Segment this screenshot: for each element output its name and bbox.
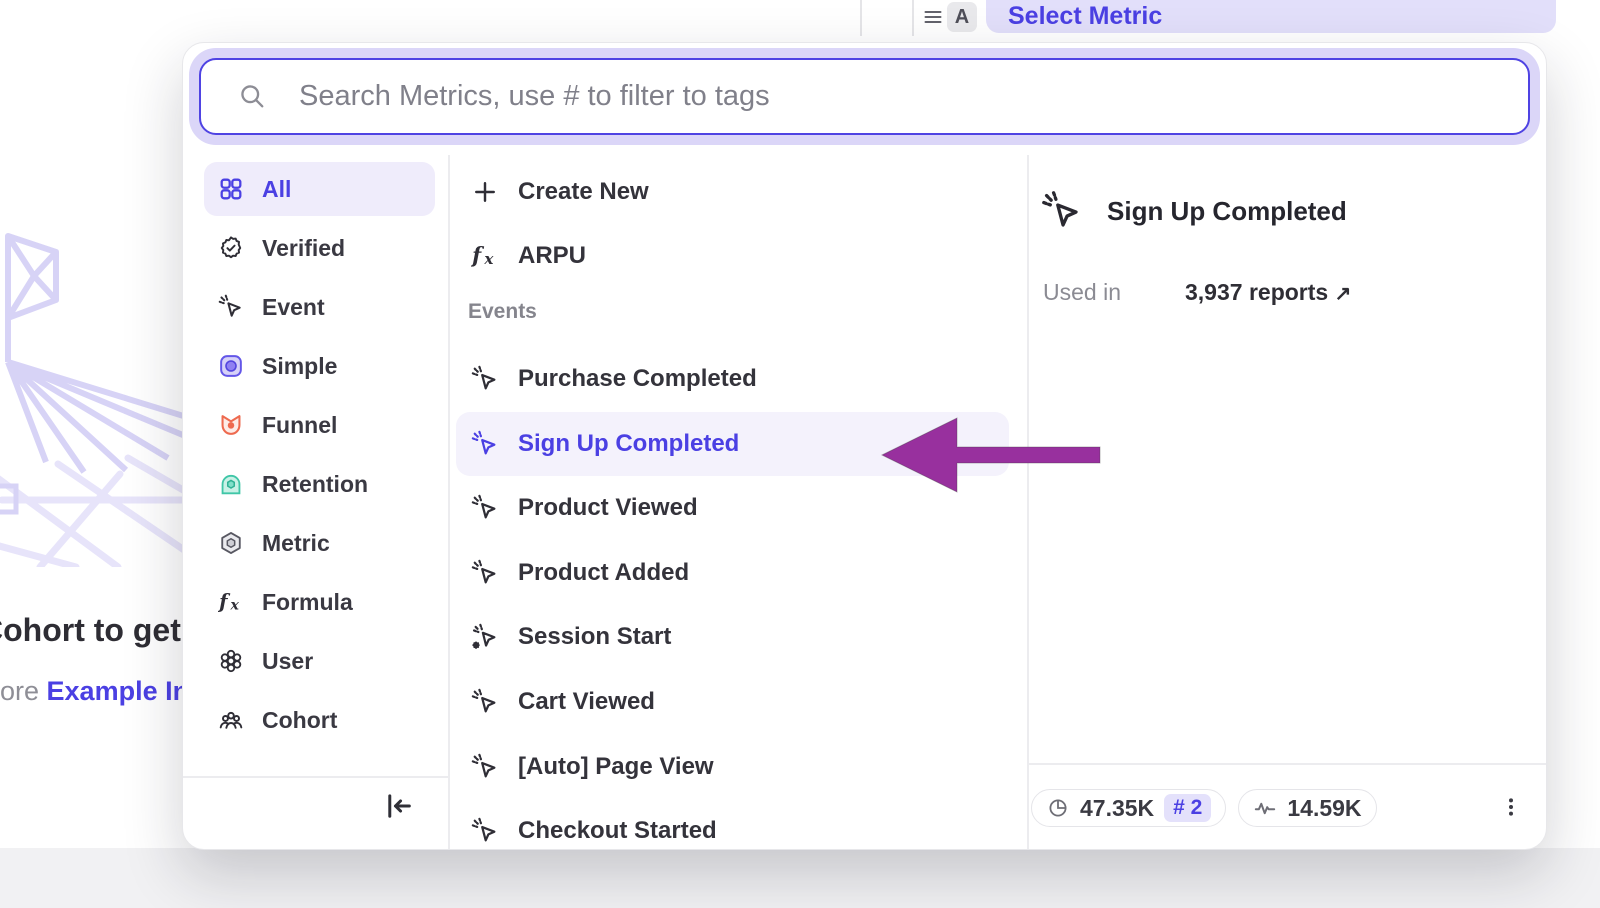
rank-chip: # 2 bbox=[1164, 794, 1211, 822]
sidebar-item-retention[interactable]: Retention bbox=[204, 457, 435, 511]
topbar-divider bbox=[912, 0, 914, 36]
sidebar-item-verified[interactable]: Verified bbox=[204, 221, 435, 275]
sidebar-item-cohort[interactable]: Cohort bbox=[204, 693, 435, 747]
metric-row-cart-viewed[interactable]: Cart Viewed bbox=[456, 670, 1009, 734]
formula-icon: ƒx bbox=[471, 242, 499, 270]
usage-badge-pulse[interactable]: 14.59K bbox=[1238, 789, 1376, 827]
metric-row-checkout-started[interactable]: Checkout Started bbox=[456, 799, 1009, 850]
metric-row-label: [Auto] Page View bbox=[518, 753, 714, 781]
kebab-menu-icon bbox=[1499, 795, 1523, 819]
reports-count-link[interactable]: 3,937 reports ↗ bbox=[1185, 279, 1351, 306]
svg-text:ƒ: ƒ bbox=[218, 590, 231, 613]
decorative-wireframe-illustration bbox=[0, 222, 190, 567]
select-metric-button[interactable]: Select Metric bbox=[986, 0, 1556, 33]
background-subline: ore Example Ins bbox=[0, 676, 204, 707]
metric-row-sign-up-completed[interactable]: Sign Up Completed bbox=[456, 412, 1009, 476]
event-icon bbox=[471, 430, 499, 458]
event-icon bbox=[218, 294, 244, 320]
retention-icon bbox=[218, 471, 244, 497]
sidebar-item-all[interactable]: All bbox=[204, 162, 435, 216]
create-new-button[interactable]: Create New bbox=[456, 160, 1009, 224]
event-icon bbox=[471, 817, 499, 845]
sidebar-item-formula[interactable]: ƒx Formula bbox=[204, 575, 435, 629]
sidebar-item-label: User bbox=[262, 648, 313, 675]
svg-text:ƒ: ƒ bbox=[471, 242, 485, 267]
event-icon bbox=[471, 365, 499, 393]
drag-handle-icon[interactable] bbox=[921, 5, 945, 29]
sidebar-divider bbox=[448, 155, 450, 849]
sidebar-item-metric[interactable]: Metric bbox=[204, 516, 435, 570]
sidebar-item-label: Metric bbox=[262, 530, 330, 557]
usage-badge-pie[interactable]: 47.35K# 2 bbox=[1031, 789, 1226, 827]
metric-row-label: Cart Viewed bbox=[518, 688, 655, 716]
metric-row-label: Sign Up Completed bbox=[518, 430, 739, 458]
pie-icon bbox=[1046, 796, 1070, 820]
formula-icon: ƒx bbox=[218, 589, 244, 615]
sidebar-item-label: Event bbox=[262, 294, 325, 321]
sidebar-item-label: Funnel bbox=[262, 412, 337, 439]
example-insights-link[interactable]: Example Ins bbox=[47, 676, 205, 706]
metric-picker-modal: All Verified Event Simple Funnel Retention Met… bbox=[182, 42, 1547, 850]
sidebar-item-event[interactable]: Event bbox=[204, 280, 435, 334]
search-box bbox=[199, 58, 1530, 135]
page-bottom-background bbox=[0, 848, 1600, 908]
metric-row-label: ARPU bbox=[518, 242, 586, 270]
events-section-header: Events bbox=[468, 295, 537, 329]
details-divider bbox=[1027, 155, 1029, 849]
metric-row-letter-badge: A bbox=[947, 2, 977, 32]
user-icon bbox=[218, 648, 244, 674]
collapse-sidebar-button[interactable] bbox=[381, 789, 415, 823]
metric-row-auto-page-view[interactable]: [Auto] Page View bbox=[456, 735, 1009, 799]
sidebar-item-funnel[interactable]: Funnel bbox=[204, 398, 435, 452]
sidebar-footer-divider bbox=[183, 776, 448, 778]
cohort-icon bbox=[218, 707, 244, 733]
funnel-icon bbox=[218, 412, 244, 438]
metric-row-product-added[interactable]: Product Added bbox=[456, 541, 1009, 605]
grid-icon bbox=[218, 176, 244, 202]
sidebar-item-user[interactable]: User bbox=[204, 634, 435, 688]
more-options-button[interactable] bbox=[1493, 789, 1529, 827]
event-icon bbox=[471, 494, 499, 522]
subline-prefix: ore bbox=[0, 676, 47, 706]
search-input[interactable] bbox=[201, 60, 1528, 133]
details-title: Sign Up Completed bbox=[1107, 196, 1347, 227]
sidebar-item-label: All bbox=[262, 176, 291, 203]
select-metric-label: Select Metric bbox=[986, 2, 1162, 31]
sidebar-item-label: Simple bbox=[262, 353, 337, 380]
metric-row-purchase-completed[interactable]: Purchase Completed bbox=[456, 347, 1009, 411]
metric-row-label: Product Added bbox=[518, 559, 689, 587]
simple-icon bbox=[218, 353, 244, 379]
event-star-icon bbox=[471, 623, 499, 651]
metric-row-label: Session Start bbox=[518, 623, 671, 651]
topbar-divider bbox=[860, 0, 862, 36]
external-link-icon: ↗ bbox=[1335, 283, 1352, 305]
metric-row-product-viewed[interactable]: Product Viewed bbox=[456, 476, 1009, 540]
verified-icon bbox=[218, 235, 244, 261]
sidebar-item-label: Retention bbox=[262, 471, 368, 498]
event-icon bbox=[471, 688, 499, 716]
usage-badges: 47.35K# 2 14.59K bbox=[1031, 789, 1377, 827]
details-footer-divider bbox=[1028, 763, 1546, 765]
metric-row-label: Purchase Completed bbox=[518, 365, 757, 393]
metric-icon bbox=[218, 530, 244, 556]
svg-text:x: x bbox=[229, 598, 239, 614]
background-headline-text: Cohort to get s bbox=[0, 612, 208, 649]
sidebar-item-label: Cohort bbox=[262, 707, 337, 734]
metric-row-arpu[interactable]: ƒx ARPU bbox=[456, 224, 1009, 288]
metric-row-label: Product Viewed bbox=[518, 494, 698, 522]
create-new-label: Create New bbox=[518, 178, 649, 206]
metric-row-session-start[interactable]: Session Start bbox=[456, 605, 1009, 669]
metric-row-label: Checkout Started bbox=[518, 817, 717, 845]
sidebar-item-label: Formula bbox=[262, 589, 353, 616]
sidebar-item-label: Verified bbox=[262, 235, 345, 262]
event-icon bbox=[1041, 190, 1083, 232]
event-icon bbox=[471, 753, 499, 781]
sidebar-item-simple[interactable]: Simple bbox=[204, 339, 435, 393]
screen: Cohort to get s ore Example Ins A Select… bbox=[0, 0, 1600, 908]
pulse-icon bbox=[1253, 796, 1277, 820]
event-icon bbox=[471, 559, 499, 587]
plus-icon bbox=[471, 178, 499, 206]
svg-text:x: x bbox=[483, 250, 494, 268]
used-in-label: Used in bbox=[1043, 279, 1121, 306]
